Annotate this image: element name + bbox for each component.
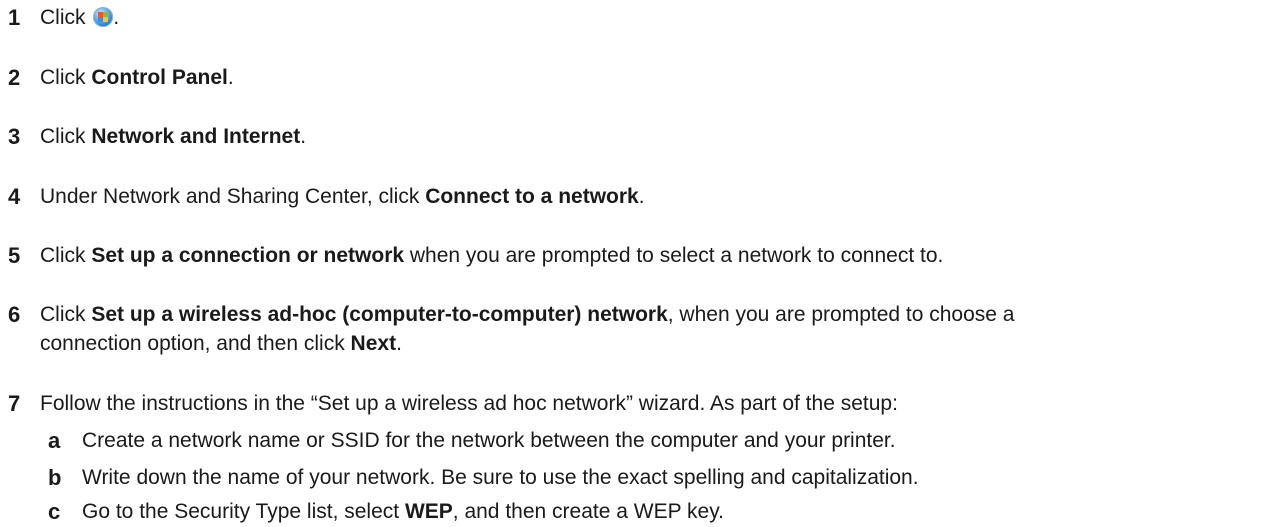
step-text-pre: connection option, and then click [40,332,351,355]
substep-text: Create a network name or SSID for the ne… [82,429,896,452]
step-text: Follow the instructions in the “Set up a… [40,392,898,415]
windows-start-orb-icon [93,7,114,27]
step-text: Under Network and Sharing Center, click … [40,182,645,212]
substep-text: Go to the Security Type list, select WEP… [82,497,724,527]
step-text-post: . [638,185,645,208]
ui-label-set-up-connection: Set up a connection or network [91,244,405,267]
step-text: Click Set up a connection or network whe… [40,241,943,271]
step-number: 4 [8,184,21,209]
step-number: 2 [8,65,21,90]
step-text-pre: Click [40,303,92,326]
ui-label-network-and-internet: Network and Internet [91,125,301,148]
step-text: Click Network and Internet. [40,122,306,152]
step-text-pre: Click [40,66,92,89]
substep-text-pre: Go to the Security Type list, select [82,500,405,523]
substep-text-post: , and then create a WEP key. [452,500,724,523]
step-text-post: . [113,6,120,29]
step-text-post: when you are prompted to select a networ… [404,244,944,267]
step-text-post: , when you are prompted to choose a [667,303,1015,326]
substep-letter: b [48,465,62,490]
step-text: Click . [40,3,119,33]
substep-text: Write down the name of your network. Be … [82,466,919,489]
substep-letter: c [48,499,61,524]
step-number: 5 [8,243,21,268]
step-text-post: . [300,125,307,148]
substep-letter: a [48,428,61,453]
ui-label-next: Next [350,332,397,355]
ui-label-connect-to-a-network: Connect to a network [425,185,639,208]
ui-label-control-panel: Control Panel [91,66,228,89]
step-number: 3 [8,124,21,149]
step-text: Click Set up a wireless ad-hoc (computer… [40,300,1014,330]
step-text-pre: Under Network and Sharing Center, click [40,185,426,208]
step-number: 1 [8,5,21,30]
step-text-pre: Click [40,125,92,148]
ui-label-ad-hoc-network: Set up a wireless ad-hoc (computer-to-co… [91,303,668,326]
step-text-pre: Click [40,6,92,29]
step-text: Click Control Panel. [40,63,234,93]
step-number: 6 [8,302,21,327]
step-number: 7 [8,391,21,416]
ui-label-wep: WEP [404,500,453,523]
step-text-pre: Click [40,244,92,267]
step-6-continuation: connection option, and then click Next. [40,329,402,359]
step-text-post: . [227,66,234,89]
step-text-post: . [396,332,402,355]
